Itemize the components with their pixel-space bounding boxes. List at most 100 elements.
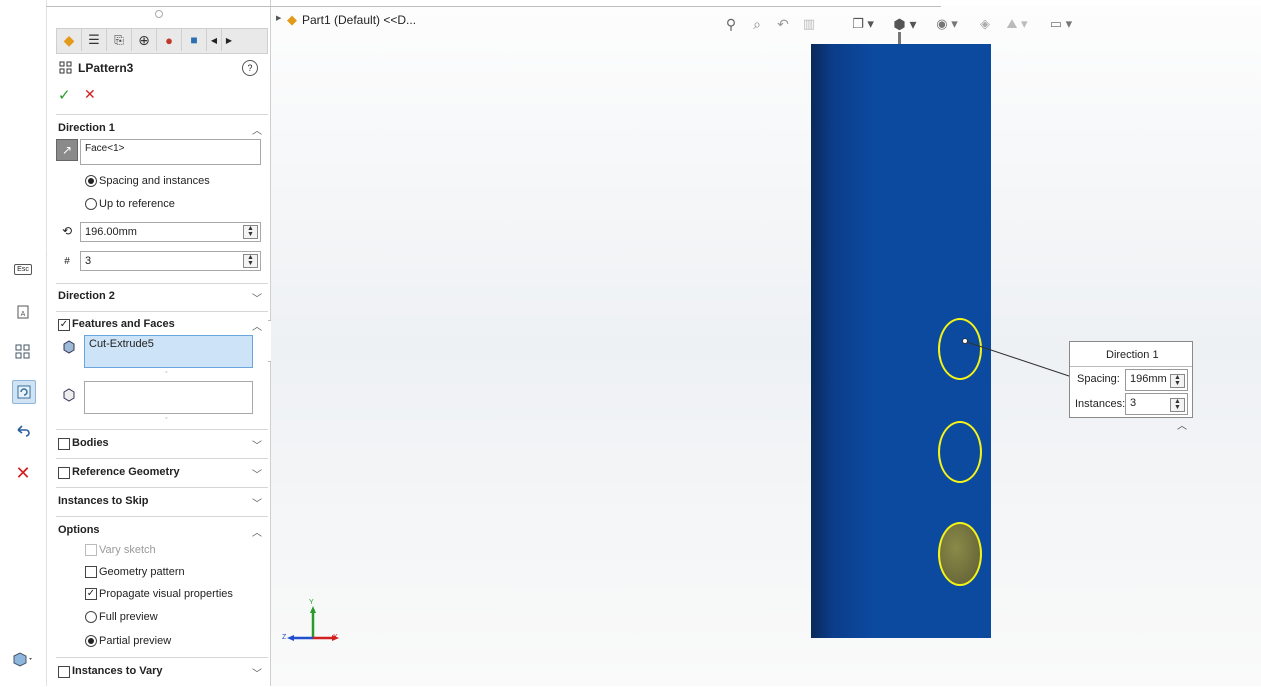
- options-header[interactable]: Options: [58, 524, 100, 536]
- close-icon: ✕: [15, 462, 31, 483]
- callout-instances-label: Instances:: [1075, 398, 1126, 410]
- callout-instances-value: 3: [1130, 397, 1137, 409]
- bodies-header[interactable]: Bodies: [72, 437, 109, 449]
- features-faces-header[interactable]: Features and Faces: [72, 318, 175, 330]
- features-icon: [61, 339, 77, 355]
- reference-geometry-checkbox[interactable]: [58, 467, 70, 479]
- rebuild-button[interactable]: [12, 380, 36, 404]
- resize-grip[interactable]: ◦: [165, 369, 167, 376]
- resize-grip[interactable]: ◦: [165, 415, 167, 422]
- display-icon: ●: [165, 32, 173, 48]
- callout-collapse-icon[interactable]: ︿: [1177, 417, 1187, 432]
- chevron-down-icon[interactable]: ﹀: [252, 665, 262, 680]
- tab-scroll-left[interactable]: ◀: [207, 29, 222, 51]
- spacing-instances-label: Spacing and instances: [99, 175, 210, 187]
- direction1-header[interactable]: Direction 1: [58, 122, 115, 134]
- feature-tree-flyout-label[interactable]: Part1 (Default) <<D...: [302, 13, 416, 27]
- undo-icon: [17, 425, 30, 437]
- section-view-button[interactable]: ▥: [800, 15, 818, 33]
- tree-expand-arrow[interactable]: ▶: [276, 14, 281, 22]
- spacing-icon: ⟲: [61, 224, 73, 238]
- view-orientation-button[interactable]: ❐ ▾: [848, 15, 878, 33]
- view-settings-button[interactable]: ▭ ▾: [1046, 15, 1076, 33]
- pattern-icon: [15, 344, 30, 359]
- pattern-button[interactable]: [12, 341, 34, 363]
- direction2-section[interactable]: Direction 2 ﹀: [56, 283, 268, 310]
- instances-skip-section[interactable]: Instances to Skip ﹀: [56, 487, 268, 517]
- tab-scroll-right[interactable]: ▶: [222, 29, 236, 51]
- previous-view-button[interactable]: ↶: [774, 15, 792, 33]
- ok-button[interactable]: ✓: [58, 86, 71, 104]
- full-preview-radio[interactable]: [85, 611, 97, 623]
- zoom-area-button[interactable]: ⌕: [748, 15, 766, 33]
- up-to-reference-radio[interactable]: [85, 198, 97, 210]
- geometry-pattern-checkbox[interactable]: [85, 566, 97, 578]
- instances-vary-checkbox[interactable]: [58, 666, 70, 678]
- zoom-to-fit-button[interactable]: ⚲: [722, 15, 740, 33]
- callout-spacing-input[interactable]: 196mm ▲ ▼: [1125, 369, 1188, 391]
- bodies-checkbox[interactable]: [58, 438, 70, 450]
- direction2-header[interactable]: Direction 2: [58, 290, 115, 302]
- tab-more[interactable]: ■: [182, 29, 207, 51]
- instances-spinner[interactable]: ▲ ▼: [243, 254, 258, 268]
- chevron-up-icon[interactable]: ︿: [252, 318, 262, 333]
- spacing-spinner[interactable]: ▲ ▼: [243, 225, 258, 239]
- tab-display-manager[interactable]: ●: [157, 29, 182, 51]
- chevron-down-icon[interactable]: ﹀: [252, 466, 262, 481]
- features-to-pattern-list[interactable]: Cut-Extrude5: [84, 335, 253, 368]
- tab-dimxpert[interactable]: ⊕: [132, 29, 157, 51]
- features-faces-checkbox[interactable]: ✓: [58, 319, 70, 331]
- esc-button[interactable]: Esc: [12, 258, 34, 280]
- help-icon[interactable]: ?: [242, 60, 258, 76]
- callout-instances-spinner[interactable]: ▲ ▼: [1170, 398, 1185, 412]
- partial-preview-radio[interactable]: [85, 635, 97, 647]
- y-axis-label: Y: [309, 599, 314, 606]
- spacing-input[interactable]: 196.00mm ▲ ▼: [80, 222, 261, 242]
- callout-instances-input[interactable]: 3 ▲ ▼: [1125, 393, 1188, 415]
- faces-to-pattern-list[interactable]: [84, 381, 253, 414]
- panel-grip[interactable]: [155, 10, 163, 18]
- scene-button[interactable]: ⛰ ▾: [1002, 15, 1032, 33]
- cancel-button[interactable]: ✕: [84, 86, 96, 103]
- display-style-button[interactable]: ⬢ ▾: [890, 15, 920, 33]
- reverse-direction-button[interactable]: ↗: [56, 139, 78, 161]
- propagate-checkbox[interactable]: ✓: [85, 588, 97, 600]
- cam-icon: ■: [190, 33, 198, 47]
- reference-geometry-header[interactable]: Reference Geometry: [72, 466, 180, 478]
- tab-property-manager[interactable]: ☰: [82, 29, 107, 51]
- edit-appearance-button[interactable]: ◈: [976, 15, 994, 33]
- sketch-button[interactable]: A: [12, 301, 34, 323]
- chevron-down-icon[interactable]: ﹀: [252, 495, 262, 510]
- zoom-area-icon: ⌕: [753, 15, 761, 32]
- seed-feature-hole[interactable]: [938, 522, 982, 586]
- instances-value: 3: [85, 255, 92, 267]
- direction-reference-field[interactable]: Face<1>: [80, 139, 261, 165]
- display-style-button[interactable]: [8, 648, 38, 670]
- property-manager: ◆ ☰ ⎘ ⊕ ● ■ ◀ ▶ LPattern3 ? ✓ ✕ Directio…: [48, 0, 271, 686]
- vary-sketch-checkbox[interactable]: [85, 544, 97, 556]
- chevron-up-icon[interactable]: ︿: [252, 524, 262, 539]
- hide-show-button[interactable]: ◉ ▾: [932, 15, 962, 33]
- arrow-icon: ↗: [61, 143, 73, 157]
- section-view-icon: ▥: [802, 16, 816, 31]
- svg-text:A: A: [21, 311, 26, 318]
- instances-vary-header[interactable]: Instances to Vary: [72, 665, 163, 677]
- instances-skip-header[interactable]: Instances to Skip: [58, 495, 148, 507]
- close-button[interactable]: ✕: [12, 462, 34, 484]
- cube-icon: [13, 652, 32, 667]
- display-style-icon: ⬢ ▾: [893, 15, 917, 32]
- instances-input[interactable]: 3 ▲ ▼: [80, 251, 261, 271]
- chevron-up-icon[interactable]: ︿: [252, 122, 262, 137]
- tab-feature-manager[interactable]: ◆: [57, 29, 82, 51]
- tab-configuration-manager[interactable]: ⎘: [107, 29, 132, 51]
- callout-spacing-spinner[interactable]: ▲ ▼: [1170, 374, 1185, 388]
- pattern-hole-2[interactable]: [938, 421, 982, 483]
- chevron-down-icon[interactable]: ﹀: [252, 437, 262, 452]
- undo-button[interactable]: [12, 420, 34, 442]
- feature-list-item[interactable]: Cut-Extrude5: [89, 338, 154, 350]
- command-strip: Esc A ✕: [0, 0, 47, 686]
- chevron-down-icon[interactable]: ﹀: [252, 290, 262, 305]
- property-list-icon: ☰: [88, 32, 100, 47]
- pattern-callout[interactable]: Direction 1 Spacing: 196mm ▲ ▼ Instances:…: [1069, 341, 1193, 418]
- spacing-instances-radio[interactable]: [85, 175, 97, 187]
